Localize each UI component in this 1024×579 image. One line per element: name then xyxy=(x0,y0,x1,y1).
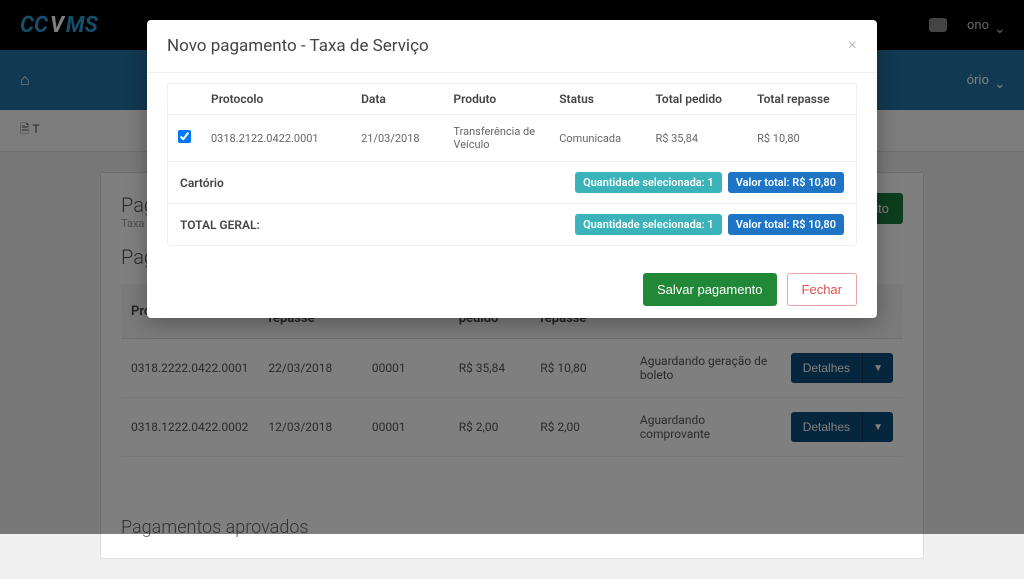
badge-valor: Valor total: R$ 10,80 xyxy=(728,172,844,193)
modal-table: Protocolo Data Produto Status Total pedi… xyxy=(167,83,857,162)
row-checkbox[interactable] xyxy=(178,130,191,143)
summary-label: Cartório xyxy=(180,176,224,190)
mcell-data: 21/03/2018 xyxy=(351,115,443,162)
close-icon[interactable]: × xyxy=(848,37,857,55)
mcol-status: Status xyxy=(549,84,645,115)
modal-footer: Salvar pagamento Fechar xyxy=(147,261,877,318)
mcol-pedido: Total pedido xyxy=(645,84,747,115)
mcell-repasse: R$ 10,80 xyxy=(747,115,856,162)
mcell-status: Comunicada xyxy=(549,115,645,162)
modal-title: Novo pagamento - Taxa de Serviço xyxy=(167,36,429,56)
mcell-protocolo: 0318.2122.0422.0001 xyxy=(201,115,351,162)
close-button[interactable]: Fechar xyxy=(787,273,857,306)
modal: Novo pagamento - Taxa de Serviço × Proto… xyxy=(147,20,877,318)
modal-header: Novo pagamento - Taxa de Serviço × xyxy=(147,20,877,73)
mcol-protocolo: Protocolo xyxy=(201,84,351,115)
mcol-data: Data xyxy=(351,84,443,115)
mcell-pedido: R$ 35,84 xyxy=(645,115,747,162)
badge-valor: Valor total: R$ 10,80 xyxy=(728,214,844,235)
mcell-produto: Transferência de Veículo xyxy=(443,115,549,162)
modal-row: 0318.2122.0422.0001 21/03/2018 Transferê… xyxy=(168,115,857,162)
mcol-produto: Produto xyxy=(443,84,549,115)
modal-backdrop: Novo pagamento - Taxa de Serviço × Proto… xyxy=(0,0,1024,534)
badge-qtd: Quantidade selecionada: 1 xyxy=(575,172,722,193)
summary-cartorio: Cartório Quantidade selecionada: 1 Valor… xyxy=(167,162,857,204)
summary-label: TOTAL GERAL: xyxy=(180,218,260,232)
mcol-repasse: Total repasse xyxy=(747,84,856,115)
summary-total: TOTAL GERAL: Quantidade selecionada: 1 V… xyxy=(167,204,857,246)
badge-qtd: Quantidade selecionada: 1 xyxy=(575,214,722,235)
modal-body: Protocolo Data Produto Status Total pedi… xyxy=(147,83,877,261)
save-button[interactable]: Salvar pagamento xyxy=(643,273,777,306)
